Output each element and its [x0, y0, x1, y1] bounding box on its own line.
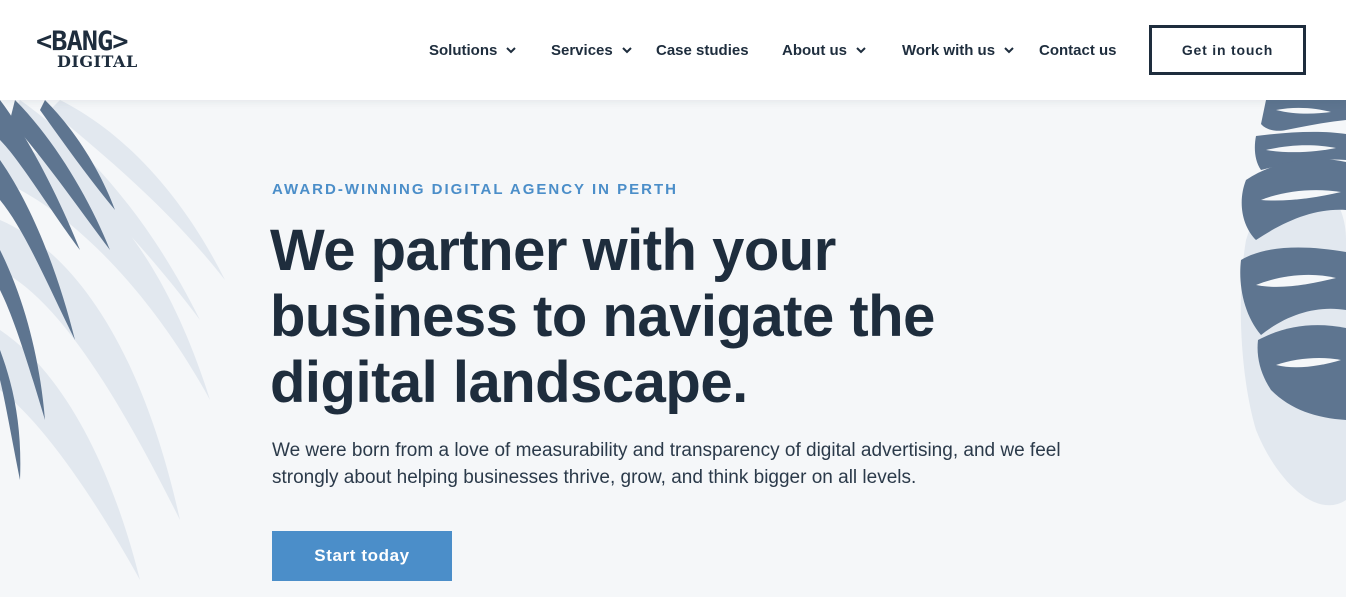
- nav-label: Work with us: [902, 41, 996, 59]
- get-in-touch-button[interactable]: Get in touch: [1149, 25, 1306, 75]
- nav-label: Contact us: [1039, 41, 1117, 59]
- hero-eyebrow: AWARD-WINNING DIGITAL AGENCY IN PERTH: [272, 181, 678, 198]
- nav-item-solutions[interactable]: Solutions: [429, 40, 517, 60]
- hero-headline: We partner with your business to navigat…: [270, 218, 935, 415]
- nav-label: Solutions: [429, 41, 498, 59]
- bang-digital-logo[interactable]: <BANG> DIGITAL: [36, 28, 166, 72]
- chevron-down-icon: [855, 44, 867, 56]
- hero-subtext: We were born from a love of measurabilit…: [272, 440, 1061, 488]
- palm-leaf-art: [0, 100, 225, 580]
- nav-item-services[interactable]: Services: [551, 40, 633, 60]
- nav-item-case-studies[interactable]: Case studies: [656, 40, 749, 60]
- chevron-down-icon: [1003, 44, 1015, 56]
- logo-wordmark-bottom: DIGITAL: [57, 52, 138, 71]
- start-today-button[interactable]: Start today: [272, 531, 452, 581]
- nav-label: Case studies: [656, 41, 749, 59]
- chevron-down-icon: [505, 44, 517, 56]
- nav-item-contact-us[interactable]: Contact us: [1039, 40, 1117, 60]
- nav-label: About us: [782, 41, 847, 59]
- monstera-leaf-art: [1240, 100, 1346, 506]
- nav-label: Services: [551, 41, 613, 59]
- nav-item-about-us[interactable]: About us: [782, 40, 867, 60]
- chevron-down-icon: [621, 44, 633, 56]
- site-header: <BANG> DIGITAL Solutions Services Case s…: [0, 0, 1346, 100]
- nav-item-work-with-us[interactable]: Work with us: [902, 40, 1015, 60]
